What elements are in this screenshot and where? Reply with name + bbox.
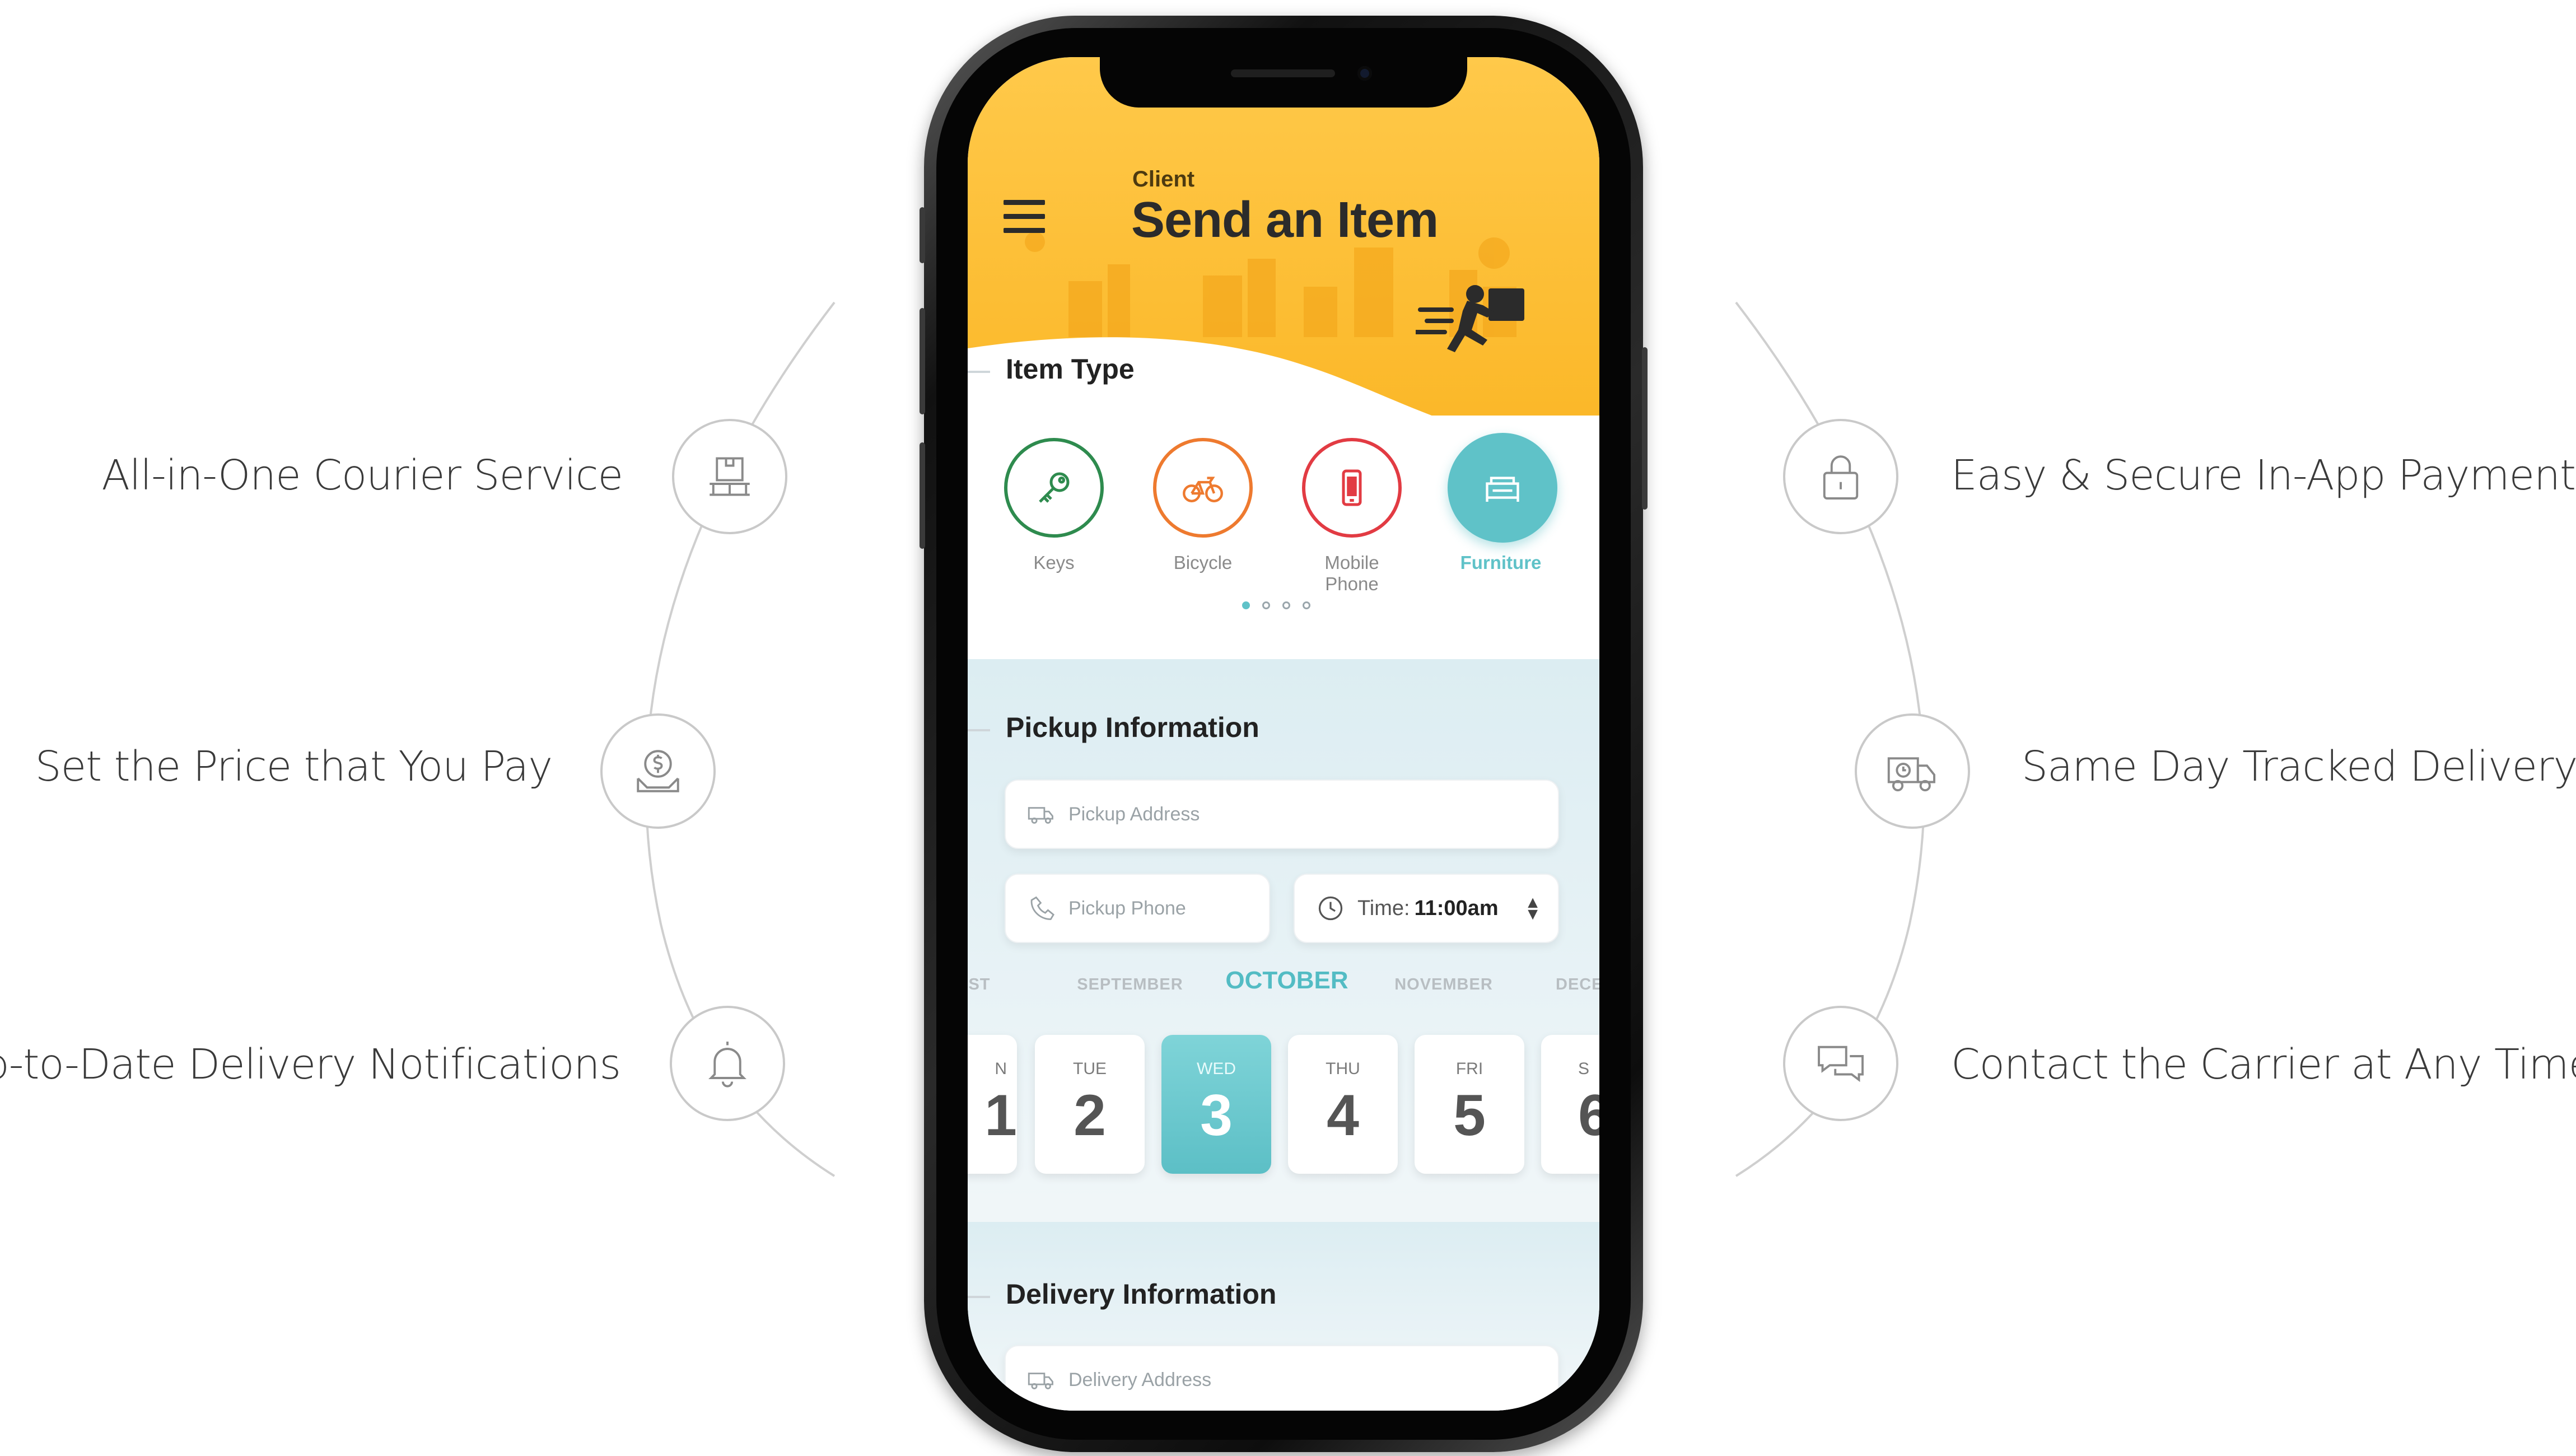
day-number: 5 (1453, 1083, 1486, 1148)
month-item[interactable]: SEPTEMBER (1068, 976, 1192, 994)
pickup-address-input[interactable]: Pickup Address (1005, 780, 1559, 849)
page-title: Send an Item (1131, 192, 1439, 248)
delivery-truck-icon (1887, 757, 1935, 792)
item-type-bicycle[interactable]: Bicycle (1150, 438, 1256, 573)
day-name: TUE (1073, 1060, 1107, 1078)
phone-volume-down-button (920, 442, 925, 549)
pickup-phone-input[interactable]: Pickup Phone (1005, 874, 1270, 943)
feature-label-set-price: Set the Price that You Pay (35, 743, 553, 791)
phone-power-button (1642, 347, 1648, 510)
running-courier-icon (1416, 285, 1524, 352)
month-item[interactable]: DECE (1556, 976, 1599, 994)
phone-camera (1357, 66, 1372, 81)
pickup-time-select[interactable]: Time: 11:00am ▲ ▼ (1294, 874, 1559, 943)
day-card[interactable]: FRI 5 (1415, 1035, 1524, 1174)
item-type-mobile-phone[interactable]: Mobile Phone (1299, 438, 1405, 595)
day-card[interactable]: TUE 2 (1035, 1035, 1145, 1174)
item-type-label: Furniture (1460, 552, 1542, 573)
bicycle-icon (1183, 477, 1223, 502)
item-type-pager (1242, 601, 1323, 612)
day-name: THU (1326, 1060, 1360, 1078)
day-card-selected[interactable]: WED 3 (1161, 1035, 1271, 1174)
feature-icon-notifications (670, 1006, 785, 1121)
item-type-label: Bicycle (1173, 552, 1233, 573)
feature-label-tracked-delivery: Same Day Tracked Delivery (2022, 743, 2576, 791)
day-number: 6 (1578, 1083, 1599, 1148)
feature-label-courier-service: All-in-One Courier Service (101, 451, 623, 500)
user-role-label: Client (1132, 167, 1195, 192)
month-item[interactable]: UST (968, 976, 996, 994)
phone-notch (1100, 54, 1467, 108)
box-on-pallet-icon (710, 457, 750, 496)
section-marker (968, 1296, 990, 1298)
day-number: 3 (1200, 1083, 1233, 1148)
pager-dot[interactable] (1303, 601, 1310, 609)
mobile-phone-icon (1342, 469, 1362, 506)
pickup-phone-placeholder: Pickup Phone (1068, 897, 1186, 919)
month-item[interactable]: NOVEMBER (1382, 976, 1505, 994)
up-down-chevron-icon: ▲ ▼ (1524, 893, 1541, 923)
phone-handset-icon (1030, 896, 1054, 920)
day-name: FRI (1455, 1060, 1483, 1078)
feature-icon-tracked-delivery (1855, 713, 1970, 829)
item-type-keys[interactable]: Keys (1001, 438, 1107, 573)
phone-mute-switch (920, 207, 925, 263)
feature-label-secure-payment: Easy & Secure In-App Payment (1951, 451, 2576, 500)
month-item-selected[interactable]: OCTOBER (1214, 967, 1360, 995)
delivery-truck-icon (1028, 1373, 1053, 1389)
bell-icon (708, 1042, 746, 1088)
feature-label-notifications: Up-to-Date Delivery Notifications (0, 1040, 621, 1089)
day-name: WED (1197, 1060, 1236, 1078)
app-screen: Client Send an Item Item Type Keys Bicyc… (968, 57, 1599, 1411)
item-type-label: Mobile Phone (1324, 552, 1379, 594)
lock-icon (1823, 455, 1859, 500)
day-card[interactable]: THU 4 (1288, 1035, 1398, 1174)
delivery-address-input[interactable]: Delivery Address (1005, 1345, 1559, 1411)
item-type-title: Item Type (1006, 353, 1135, 385)
hamburger-menu-icon[interactable] (1004, 200, 1045, 234)
day-name: N (995, 1060, 1007, 1078)
delivery-address-placeholder: Delivery Address (1068, 1369, 1212, 1390)
feature-label-contact-carrier: Contact the Carrier at Any Time (1951, 1040, 2576, 1089)
day-number: 2 (1074, 1083, 1106, 1148)
chat-bubbles-icon (1818, 1046, 1864, 1082)
sofa-icon (1486, 477, 1519, 502)
key-icon (1039, 472, 1070, 503)
dollar-hand-icon (637, 750, 679, 792)
day-name: S (1578, 1060, 1590, 1078)
item-type-label: Keys (1033, 552, 1075, 573)
time-value: 11:00am (1414, 896, 1499, 920)
day-number: 4 (1327, 1083, 1359, 1148)
feature-icon-secure-payment (1783, 419, 1898, 534)
clock-icon (1318, 896, 1343, 921)
day-card[interactable]: S 6 (1541, 1035, 1599, 1174)
delivery-truck-icon (1028, 807, 1053, 824)
phone-speaker (1231, 69, 1335, 77)
feature-icon-set-price (600, 713, 716, 829)
phone-volume-up-button (920, 308, 925, 414)
pager-dot[interactable] (1282, 601, 1290, 609)
delivery-info-title: Delivery Information (1006, 1278, 1277, 1310)
pager-dot[interactable] (1242, 601, 1250, 609)
day-card[interactable]: N 1 (968, 1035, 1017, 1174)
pager-dot[interactable] (1262, 601, 1270, 609)
day-number: 1 (984, 1083, 1017, 1148)
time-label: Time: (1357, 896, 1410, 920)
feature-icon-courier-service (672, 419, 787, 534)
section-marker (968, 729, 990, 731)
section-marker (968, 371, 990, 373)
pickup-address-placeholder: Pickup Address (1068, 803, 1200, 825)
pickup-info-title: Pickup Information (1006, 712, 1259, 743)
feature-icon-contact-carrier (1783, 1006, 1898, 1121)
item-type-furniture[interactable]: Furniture (1448, 433, 1557, 573)
